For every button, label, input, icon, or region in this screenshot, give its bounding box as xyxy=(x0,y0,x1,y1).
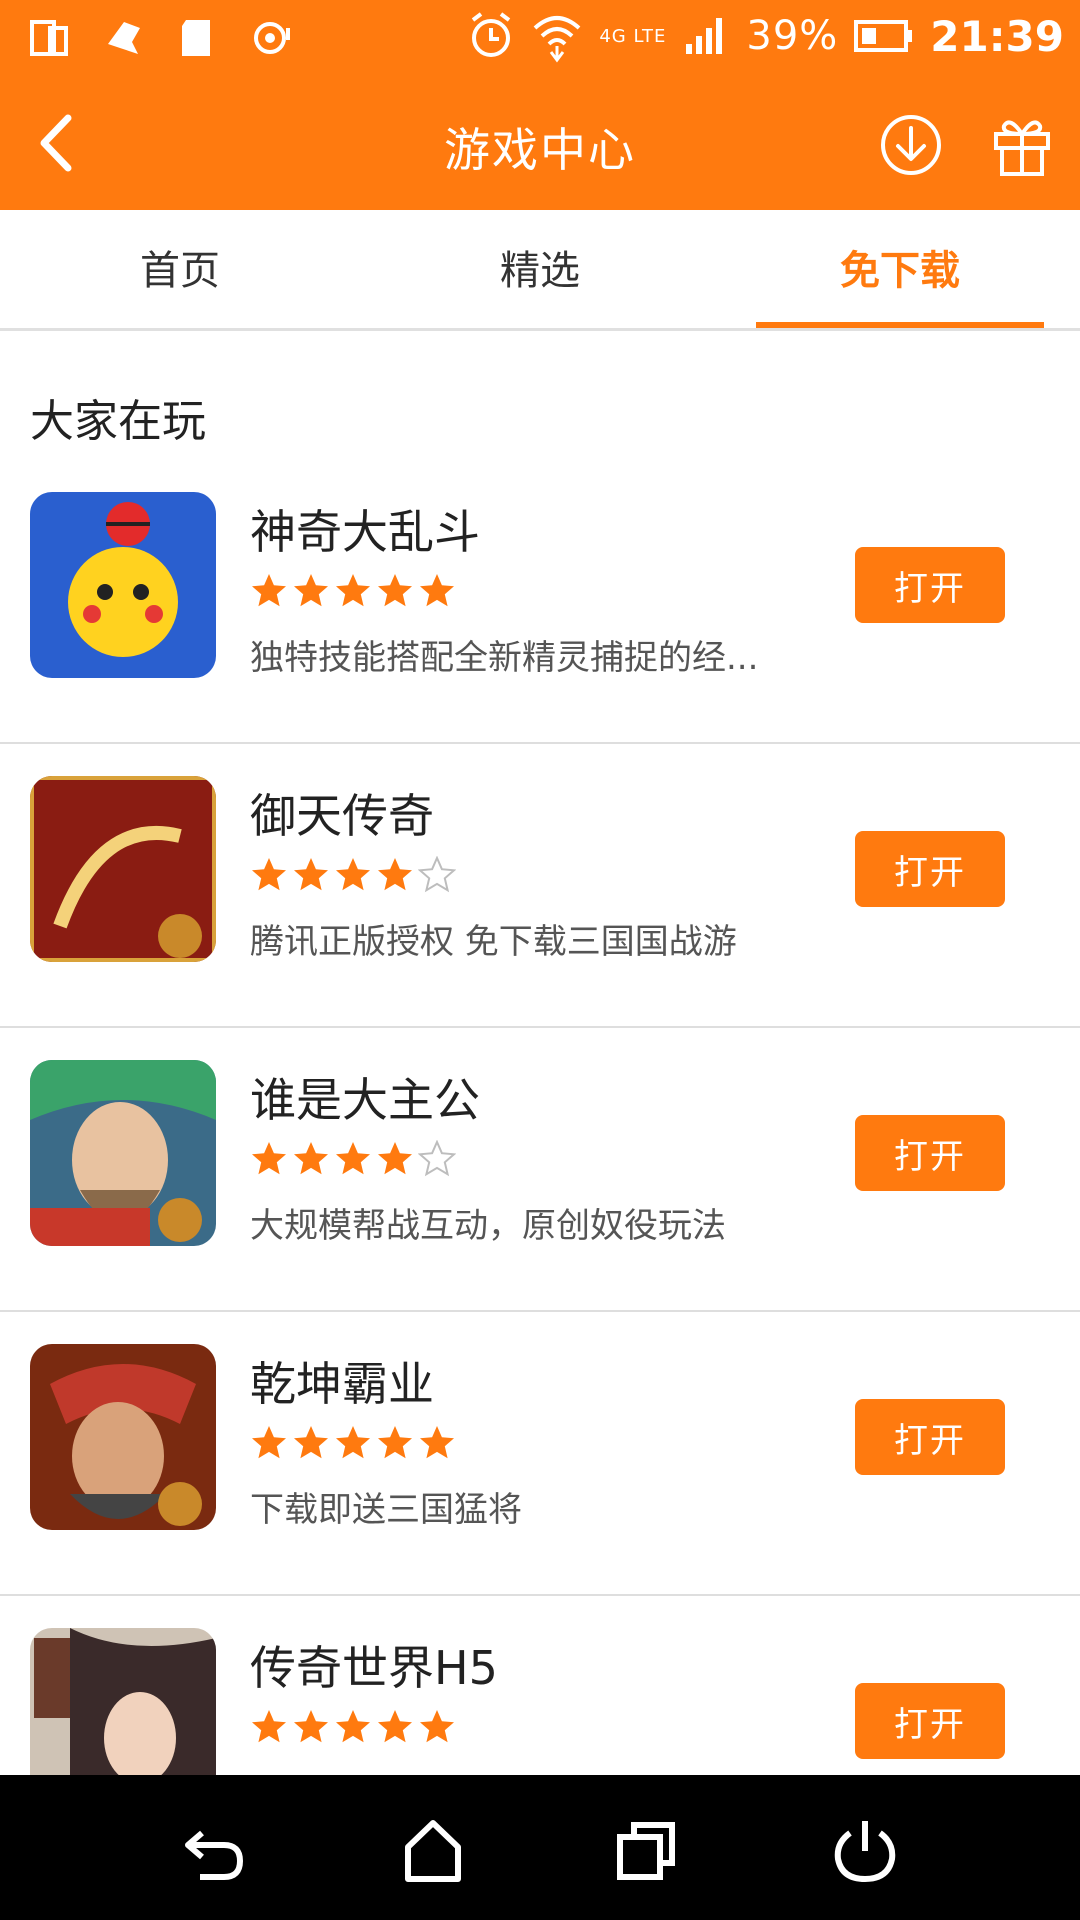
game-description: 独特技能搭配全新精灵捕捉的经... xyxy=(250,638,759,678)
star-filled-icon xyxy=(294,574,328,607)
star-filled-icon xyxy=(420,1426,454,1459)
tab-no-download[interactable]: 免下载 xyxy=(720,210,1080,328)
game-description: 腾讯正版授权 免下载三国国战游 xyxy=(250,922,737,962)
rating-stars xyxy=(250,572,456,610)
open-button[interactable]: 打开 xyxy=(855,1399,1005,1475)
star-filled-icon xyxy=(252,1426,286,1459)
screen-icon xyxy=(30,20,68,56)
list-item[interactable]: 御天传奇 腾讯正版授权 免下载三国国战游 打开 xyxy=(0,744,1080,1028)
open-button[interactable]: 打开 xyxy=(855,1683,1005,1759)
star-filled-icon xyxy=(294,1710,328,1743)
star-filled-icon xyxy=(378,858,412,891)
star-filled-icon xyxy=(294,1426,328,1459)
gift-icon[interactable] xyxy=(992,112,1052,178)
star-empty-icon xyxy=(418,1140,456,1177)
status-right: 4G LTE 39% 21:39 xyxy=(467,8,1064,64)
open-button[interactable]: 打开 xyxy=(855,831,1005,907)
star-filled-icon xyxy=(420,1710,454,1743)
star-filled-icon xyxy=(336,1710,370,1743)
star-filled-icon xyxy=(252,1710,286,1743)
star-filled-icon xyxy=(336,858,370,891)
game-icon[interactable] xyxy=(30,492,216,678)
star-filled-icon xyxy=(378,1710,412,1743)
system-nav-bar xyxy=(0,1775,1080,1920)
sd-card-icon xyxy=(182,20,210,56)
tab-featured[interactable]: 精选 xyxy=(360,210,720,328)
battery-percent: 39% xyxy=(746,13,839,59)
active-tab-indicator xyxy=(756,322,1044,328)
rating-stars xyxy=(250,1140,456,1178)
back-nav-icon[interactable] xyxy=(180,1815,250,1885)
list-item[interactable]: 谁是大主公 大规模帮战互动，原创奴役玩法 打开 xyxy=(0,1028,1080,1312)
screen: 4G LTE 39% 21:39 游戏中心 首页 精选 免下载 大家在玩 神奇大… xyxy=(0,0,1080,1920)
game-name: 神奇大乱斗 xyxy=(250,505,480,559)
list-item[interactable]: 神奇大乱斗 独特技能搭配全新精灵捕捉的经... 打开 xyxy=(0,460,1080,744)
star-filled-icon xyxy=(378,1142,412,1175)
sync-icon xyxy=(254,22,290,54)
list-item[interactable]: 乾坤霸业 下载即送三国猛将 打开 xyxy=(0,1312,1080,1596)
star-filled-icon xyxy=(294,1142,328,1175)
star-filled-icon xyxy=(336,1426,370,1459)
app-bar: 游戏中心 xyxy=(0,78,1080,210)
wifi-icon xyxy=(533,16,581,63)
clock: 21:39 xyxy=(930,11,1064,61)
game-name: 谁是大主公 xyxy=(250,1073,480,1127)
tab-bar: 首页 精选 免下载 xyxy=(0,210,1080,331)
star-filled-icon xyxy=(252,858,286,891)
alarm-icon xyxy=(472,12,511,57)
star-empty-icon xyxy=(418,856,456,893)
rating-stars xyxy=(250,1708,456,1746)
star-filled-icon xyxy=(378,574,412,607)
star-filled-icon xyxy=(294,858,328,891)
tab-home[interactable]: 首页 xyxy=(0,210,360,328)
star-filled-icon xyxy=(336,574,370,607)
star-filled-icon xyxy=(378,1426,412,1459)
notification-icon xyxy=(108,22,140,54)
game-name: 乾坤霸业 xyxy=(250,1357,434,1411)
game-description: 大规模帮战互动，原创奴役玩法 xyxy=(250,1206,726,1246)
rating-stars xyxy=(250,856,456,894)
star-filled-icon xyxy=(252,574,286,607)
game-name: 传奇世界H5 xyxy=(250,1641,498,1695)
battery-icon xyxy=(854,20,913,52)
section-title: 大家在玩 xyxy=(30,396,206,447)
game-list: 神奇大乱斗 独特技能搭配全新精灵捕捉的经... 打开 御天传奇 腾讯正版授权 免… xyxy=(0,460,1080,1880)
star-filled-icon xyxy=(420,574,454,607)
open-button[interactable]: 打开 xyxy=(855,1115,1005,1191)
rating-stars xyxy=(250,1424,456,1462)
star-filled-icon xyxy=(336,1142,370,1175)
signal-icon xyxy=(686,18,723,54)
status-bar: 4G LTE 39% 21:39 xyxy=(0,0,1080,78)
status-left xyxy=(28,14,294,62)
open-button[interactable]: 打开 xyxy=(855,547,1005,623)
recents-icon[interactable] xyxy=(612,1815,682,1885)
star-filled-icon xyxy=(252,1142,286,1175)
game-icon[interactable] xyxy=(30,776,216,962)
power-icon[interactable] xyxy=(830,1815,900,1885)
download-icon[interactable] xyxy=(878,112,944,178)
game-name: 御天传奇 xyxy=(250,789,434,843)
home-icon[interactable] xyxy=(398,1815,468,1885)
network-label: 4G LTE xyxy=(599,25,667,47)
game-description: 下载即送三国猛将 xyxy=(250,1490,522,1530)
game-icon[interactable] xyxy=(30,1344,216,1530)
game-icon[interactable] xyxy=(30,1060,216,1246)
